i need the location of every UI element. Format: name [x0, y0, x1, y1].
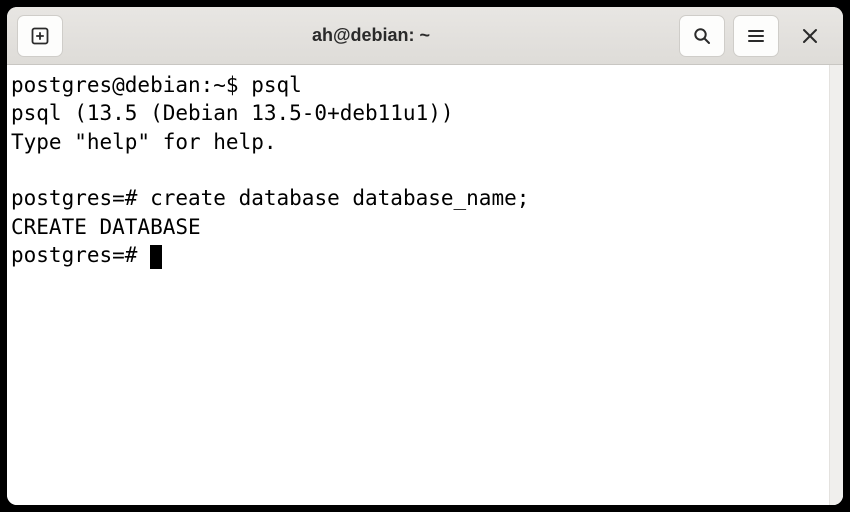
output-text: Type "help" for help.	[11, 130, 277, 154]
terminal-line: postgres=# create database database_name…	[11, 184, 825, 212]
output-text: psql (13.5 (Debian 13.5-0+deb11u1))	[11, 101, 454, 125]
output-text: CREATE DATABASE	[11, 215, 201, 239]
window-title: ah@debian: ~	[71, 25, 671, 46]
output-text	[11, 158, 24, 182]
terminal-content[interactable]: postgres@debian:~$ psqlpsql (13.5 (Debia…	[7, 65, 829, 505]
hamburger-icon	[746, 26, 766, 46]
terminal-line: postgres=#	[11, 241, 825, 269]
terminal-area[interactable]: postgres@debian:~$ psqlpsql (13.5 (Debia…	[7, 65, 843, 505]
titlebar: ah@debian: ~	[7, 7, 843, 65]
command-text: create database database_name;	[150, 186, 529, 210]
terminal-window: ah@debian: ~	[7, 7, 843, 505]
scrollbar[interactable]	[829, 65, 843, 505]
terminal-line: Type "help" for help.	[11, 128, 825, 156]
menu-button[interactable]	[733, 15, 779, 57]
search-button[interactable]	[679, 15, 725, 57]
command-text: psql	[251, 73, 302, 97]
terminal-line: postgres@debian:~$ psql	[11, 71, 825, 99]
prompt: postgres=#	[11, 186, 150, 210]
prompt: postgres=#	[11, 243, 150, 267]
cursor	[150, 245, 162, 269]
terminal-line: psql (13.5 (Debian 13.5-0+deb11u1))	[11, 99, 825, 127]
terminal-line: CREATE DATABASE	[11, 213, 825, 241]
search-icon	[692, 26, 712, 46]
close-button[interactable]	[787, 15, 833, 57]
prompt: postgres@debian:~$	[11, 73, 251, 97]
new-tab-icon	[30, 26, 50, 46]
new-tab-button[interactable]	[17, 15, 63, 57]
terminal-line	[11, 156, 825, 184]
close-icon	[802, 28, 818, 44]
